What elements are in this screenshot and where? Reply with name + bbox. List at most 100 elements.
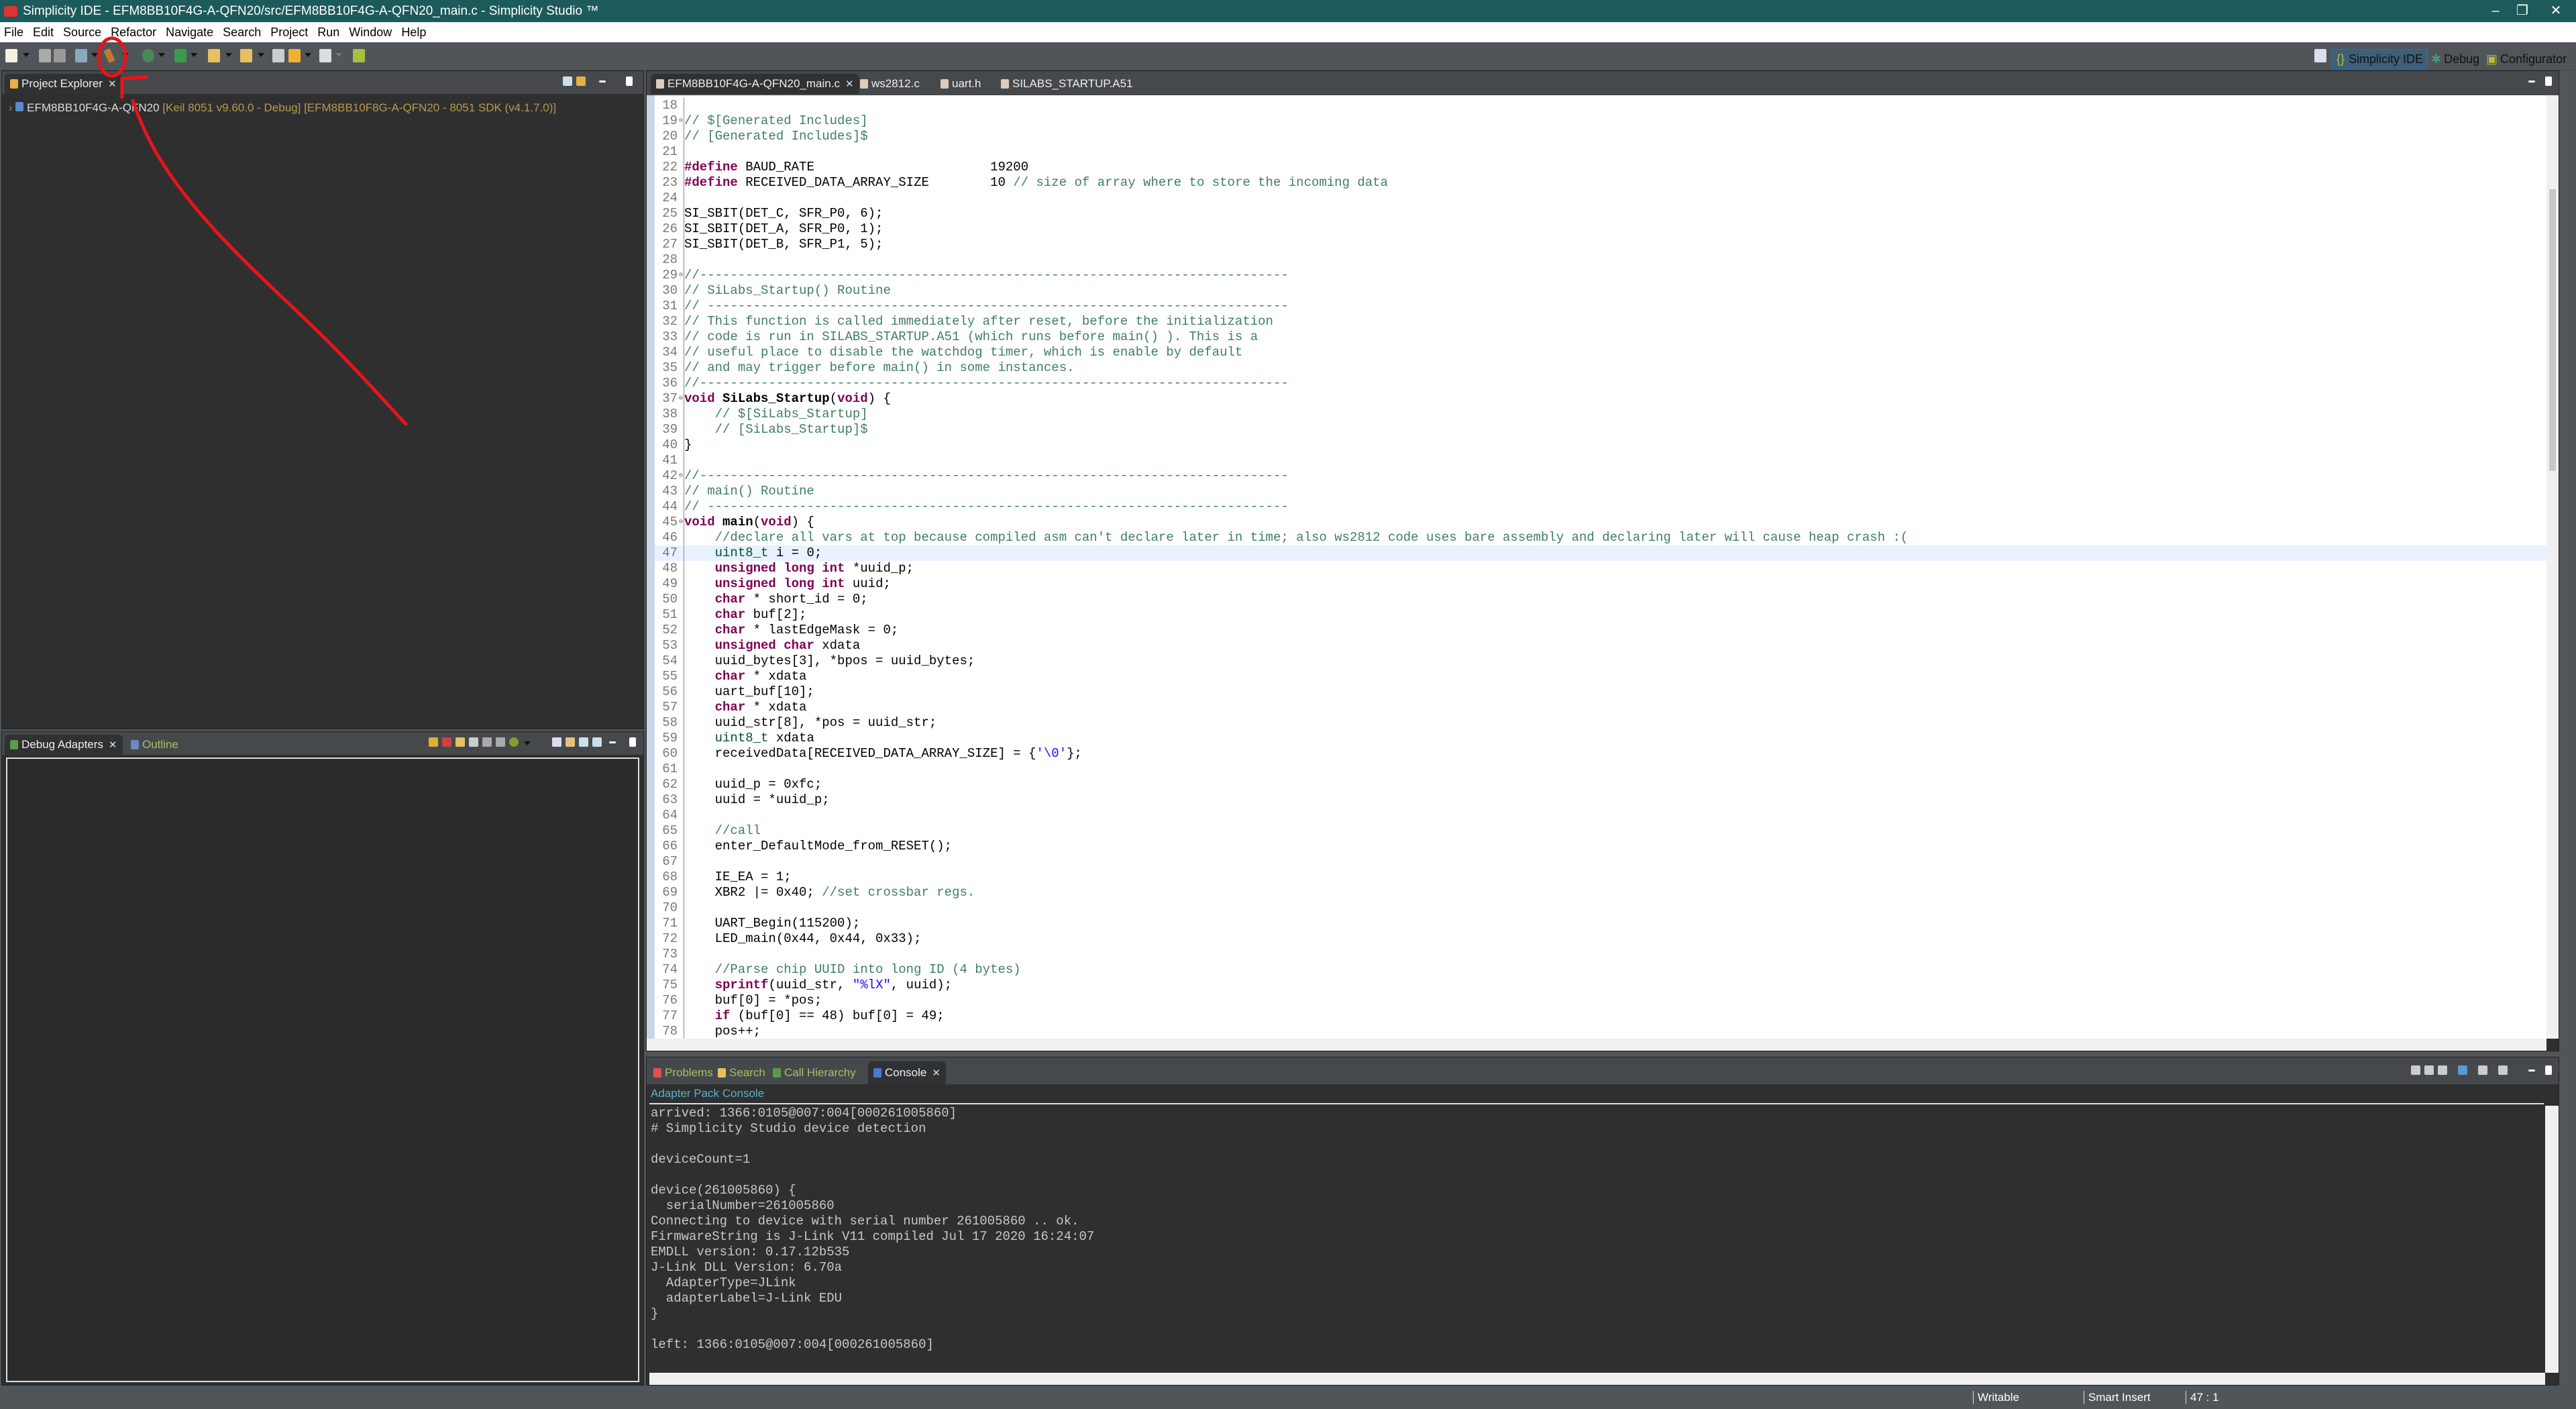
back-icon[interactable] bbox=[288, 49, 301, 62]
code-line[interactable]: 31// -----------------------------------… bbox=[655, 299, 2546, 314]
maximize-icon[interactable] bbox=[2545, 76, 2552, 86]
debug-bug-icon[interactable] bbox=[142, 49, 154, 62]
menu-project[interactable]: Project bbox=[270, 25, 308, 40]
last-edit-icon[interactable] bbox=[272, 49, 284, 62]
settings-icon[interactable] bbox=[75, 49, 87, 62]
menu-search[interactable]: Search bbox=[223, 25, 261, 40]
tab-main-c[interactable]: EFM8BB10F4G-A-QFN20_main.c ✕ bbox=[651, 74, 859, 94]
code-line[interactable]: 20// [Generated Includes]$ bbox=[655, 129, 2546, 144]
view-menu-icon[interactable] bbox=[524, 741, 531, 745]
clear-console-icon[interactable] bbox=[2411, 1065, 2420, 1075]
new-file-icon[interactable] bbox=[5, 49, 17, 62]
code-line[interactable]: 43// main() Routine bbox=[655, 484, 2546, 499]
code-line[interactable]: 53 unsigned char xdata bbox=[655, 638, 2546, 654]
forward-icon[interactable] bbox=[319, 49, 331, 62]
tree-item-project[interactable]: › EFM8BB10F4G-A-QFN20 [Keil 8051 v9.60.0… bbox=[9, 101, 556, 115]
tab-problems[interactable]: Problems bbox=[648, 1063, 718, 1083]
code-line[interactable]: 75 sprintf(uuid_str, "%lX", uuid); bbox=[655, 978, 2546, 993]
code-line[interactable]: 29 ⊖//-----------------------------------… bbox=[655, 268, 2546, 283]
code-line[interactable]: 55 char * xdata bbox=[655, 669, 2546, 684]
code-line[interactable]: 47 uint8_t i = 0; bbox=[655, 545, 2546, 561]
fold-toggle-icon[interactable]: ⊖ bbox=[679, 113, 683, 129]
code-line[interactable]: 52 char * lastEdgeMask = 0; bbox=[655, 623, 2546, 638]
gear-icon[interactable] bbox=[509, 737, 519, 747]
code-line[interactable]: 51 char buf[2]; bbox=[655, 607, 2546, 623]
code-line[interactable]: 63 uuid = *uuid_p; bbox=[655, 792, 2546, 808]
fold-toggle-icon[interactable]: ⊖ bbox=[679, 268, 683, 283]
details-icon[interactable] bbox=[566, 737, 575, 747]
code-line[interactable]: 44// -----------------------------------… bbox=[655, 499, 2546, 515]
code-line[interactable]: 76 buf[0] = *pos; bbox=[655, 993, 2546, 1008]
code-line[interactable]: 18 bbox=[655, 98, 2546, 113]
code-line[interactable]: 41 bbox=[655, 453, 2546, 468]
tab-outline[interactable]: Outline bbox=[125, 735, 184, 755]
code-line[interactable]: 46 //declare all vars at top because com… bbox=[655, 530, 2546, 545]
code-line[interactable]: 67 bbox=[655, 854, 2546, 870]
fold-toggle-icon[interactable]: ⊖ bbox=[679, 515, 683, 530]
minimize-icon[interactable] bbox=[2528, 81, 2535, 83]
code-line[interactable]: 38 // $[SiLabs_Startup] bbox=[655, 407, 2546, 422]
expand-arrow-icon[interactable]: › bbox=[9, 101, 13, 114]
code-line[interactable]: 49 unsigned long int uuid; bbox=[655, 576, 2546, 592]
editor-vertical-scrollbar[interactable] bbox=[2546, 95, 2559, 1039]
tab-debug-adapters[interactable]: Debug Adapters ✕ bbox=[5, 735, 123, 755]
code-line[interactable]: 71 UART_Begin(115200); bbox=[655, 916, 2546, 931]
code-line[interactable]: 64 bbox=[655, 808, 2546, 823]
tab-search[interactable]: Search bbox=[712, 1063, 771, 1083]
code-line[interactable]: 56 uart_buf[10]; bbox=[655, 684, 2546, 700]
perspective-simplicity-ide[interactable]: {} Simplicity IDE bbox=[2332, 49, 2428, 69]
close-icon[interactable]: ✕ bbox=[108, 78, 117, 90]
tab-uart-h[interactable]: uart.h bbox=[935, 74, 986, 94]
debug-adapters-list[interactable] bbox=[6, 758, 639, 1382]
perspective-configurator[interactable]: ▣ Configurator bbox=[2482, 49, 2571, 69]
collapse-icon[interactable] bbox=[579, 737, 588, 747]
code-line[interactable]: 48 unsigned long int *uuid_p; bbox=[655, 561, 2546, 576]
menu-navigate[interactable]: Navigate bbox=[166, 25, 213, 40]
code-line[interactable]: 69 XBR2 |= 0x40; //set crossbar regs. bbox=[655, 885, 2546, 900]
code-line[interactable]: 45 ⊖ void main(void) { bbox=[655, 515, 2546, 530]
display-console-icon[interactable] bbox=[2478, 1065, 2487, 1075]
code-line[interactable]: 22 #define BAUD_RATE 19200 bbox=[655, 160, 2546, 175]
menu-refactor[interactable]: Refactor bbox=[111, 25, 156, 40]
refresh-icon[interactable] bbox=[429, 737, 438, 747]
code-line[interactable]: 72 LED_main(0x44, 0x44, 0x33); bbox=[655, 931, 2546, 947]
run-icon[interactable] bbox=[174, 49, 186, 62]
code-line[interactable]: 57 char * xdata bbox=[655, 700, 2546, 715]
menu-source[interactable]: Source bbox=[63, 25, 101, 40]
code-line[interactable]: 50 char * short_id = 0; bbox=[655, 592, 2546, 607]
remove-icon[interactable] bbox=[482, 737, 492, 747]
code-line[interactable]: 35// and may trigger before main() in so… bbox=[655, 360, 2546, 376]
console-vertical-scrollbar[interactable] bbox=[2545, 1106, 2559, 1373]
scroll-thumb[interactable] bbox=[2549, 189, 2556, 471]
code-line[interactable]: 78 pos++; bbox=[655, 1024, 2546, 1039]
code-line[interactable]: 61 bbox=[655, 762, 2546, 777]
code-line[interactable]: 37 ⊖ void SiLabs_Startup(void) { bbox=[655, 391, 2546, 407]
scroll-lock-icon[interactable] bbox=[2424, 1065, 2434, 1075]
code-line[interactable]: 62 uuid_p = 0xfc; bbox=[655, 777, 2546, 792]
code-line[interactable]: 42 ⊖//-----------------------------------… bbox=[655, 468, 2546, 484]
build-hammer-icon[interactable] bbox=[103, 48, 115, 64]
maximize-icon[interactable] bbox=[2545, 1065, 2552, 1075]
save-all-icon[interactable] bbox=[54, 49, 66, 62]
close-icon[interactable]: ✕ bbox=[932, 1067, 941, 1079]
close-window-button[interactable]: ✕ bbox=[2536, 0, 2576, 22]
disconnect-icon[interactable] bbox=[442, 737, 451, 747]
code-area[interactable]: 18 19 ⊖// $[Generated Includes] 20// [Gener… bbox=[647, 95, 2546, 1039]
menu-run[interactable]: Run bbox=[317, 25, 339, 40]
fold-toggle-icon[interactable]: ⊖ bbox=[679, 468, 683, 484]
open-console-icon[interactable] bbox=[2498, 1065, 2508, 1075]
code-line[interactable]: 58 uuid_str[8], *pos = uuid_str; bbox=[655, 715, 2546, 731]
code-line[interactable]: 40} bbox=[655, 437, 2546, 453]
new-icon[interactable] bbox=[455, 737, 465, 747]
tab-console[interactable]: Console ✕ bbox=[868, 1061, 946, 1084]
open-perspective-icon[interactable] bbox=[2314, 49, 2326, 62]
close-icon[interactable]: ✕ bbox=[845, 78, 854, 90]
menu-file[interactable]: File bbox=[4, 25, 23, 40]
code-line[interactable]: 30// SiLabs_Startup() Routine bbox=[655, 283, 2546, 299]
code-line[interactable]: 36//------------------------------------… bbox=[655, 376, 2546, 391]
code-line[interactable]: 70 bbox=[655, 900, 2546, 916]
tab-project-explorer[interactable]: Project Explorer ✕ bbox=[5, 74, 122, 94]
tab-call-hierarchy[interactable]: Call Hierarchy bbox=[767, 1063, 861, 1083]
menu-help[interactable]: Help bbox=[401, 25, 426, 40]
code-line[interactable]: 65 //call bbox=[655, 823, 2546, 839]
